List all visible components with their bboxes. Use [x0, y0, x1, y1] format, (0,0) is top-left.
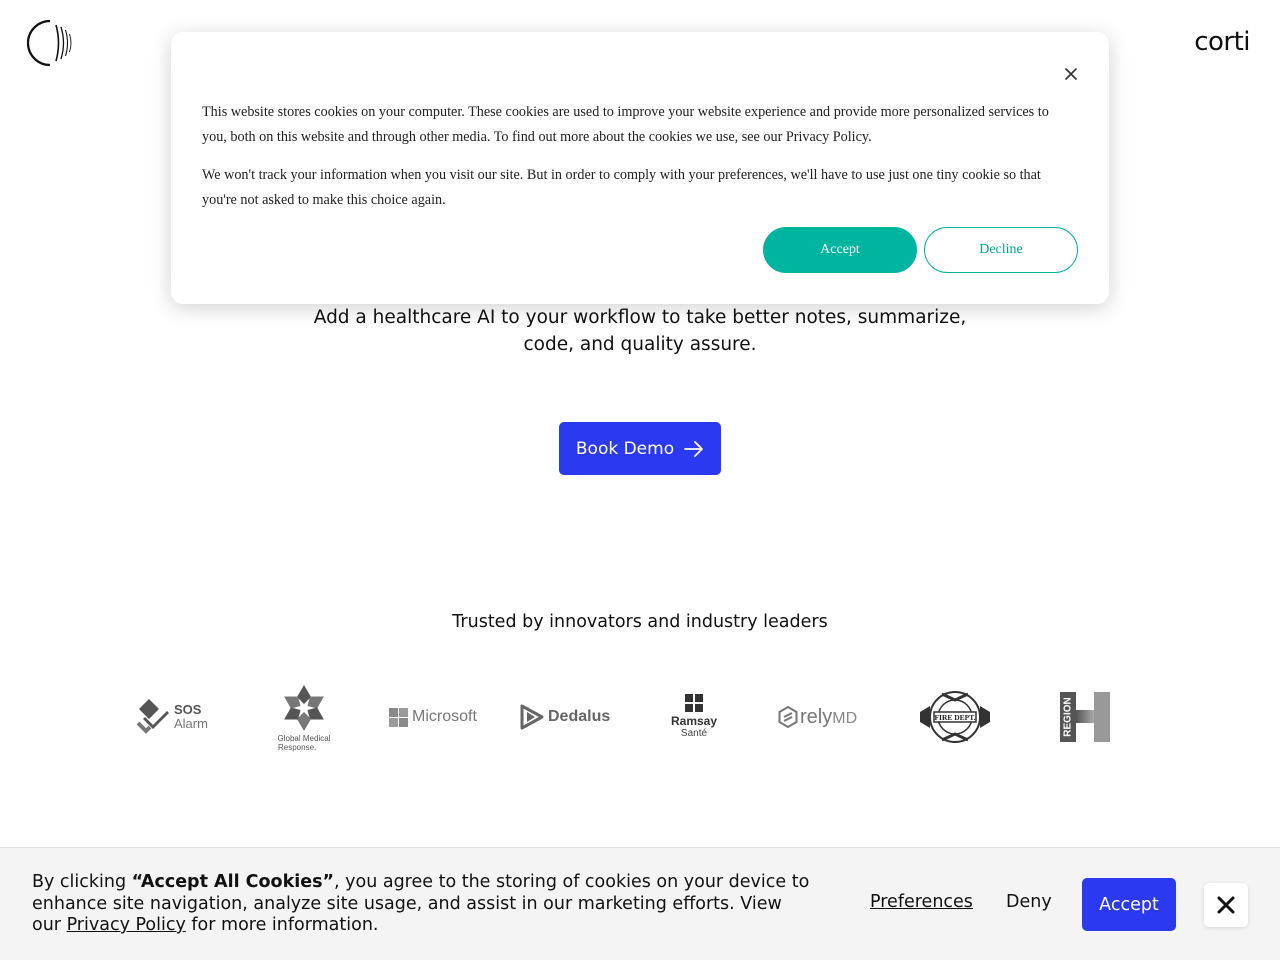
hero-subtitle: Add a healthcare AI to your workflow to … — [0, 304, 1280, 358]
logo-microsoft: Microsoft — [389, 706, 484, 728]
logo-dedalus: Dedalus — [520, 703, 612, 731]
fire-dept-text: FIRE DEPT. — [934, 713, 975, 722]
region-h-icon: REGION — [1060, 692, 1110, 742]
dedalus-text: Dedalus — [548, 708, 611, 725]
cookie-banner: By clicking “Accept All Cookies”, you ag… — [0, 847, 1280, 960]
gmr-line1: Global Medical — [277, 734, 331, 743]
cookie-modal-paragraph-1: This website stores cookies on your comp… — [202, 104, 1049, 145]
banner-close-button[interactable] — [1204, 883, 1248, 927]
sos-alarm-line2: Alarm — [174, 716, 208, 731]
book-demo-button[interactable]: Book Demo — [559, 422, 721, 475]
dedalus-play-icon — [520, 704, 544, 730]
sos-alarm-icon — [136, 699, 169, 734]
region-text: REGION — [1063, 697, 1074, 736]
modal-close-button[interactable] — [1061, 64, 1081, 84]
hero-subtitle-line1: Add a healthcare AI to your workflow to … — [313, 307, 967, 328]
modal-accept-button[interactable]: Accept — [763, 227, 917, 273]
preferences-link[interactable]: Preferences — [870, 892, 973, 912]
logo-global-medical-response: Global Medical Response. — [276, 684, 332, 760]
microsoft-text: Microsoft — [412, 708, 477, 725]
logo-relymd: rely MD — [778, 703, 873, 731]
relymd-text-b: MD — [832, 709, 858, 727]
gmr-star-icon — [284, 685, 324, 731]
book-demo-label: Book Demo — [575, 438, 675, 459]
close-icon — [1217, 896, 1235, 914]
ramsay-line2: Santé — [680, 728, 708, 739]
close-icon — [1065, 68, 1077, 80]
logo-sos-alarm: SOS Alarm — [136, 696, 216, 738]
relymd-hexagon-icon — [778, 706, 798, 728]
logo-ramsay-sante: Ramsay Santé — [664, 694, 724, 742]
cookie-banner-text-before: By clicking — [32, 872, 132, 892]
cookie-banner-text: By clicking “Accept All Cookies”, you ag… — [32, 872, 812, 937]
privacy-policy-link[interactable]: Privacy Policy — [67, 915, 186, 935]
cookie-modal-paragraph-2: We won't track your information when you… — [202, 167, 1041, 208]
logo-fire-dept: FIRE DEPT. — [918, 690, 992, 744]
modal-decline-button[interactable]: Decline — [924, 227, 1078, 273]
corti-wordmark[interactable]: corti — [1194, 27, 1250, 57]
fire-dept-badge-icon: FIRE DEPT. — [920, 691, 990, 743]
gmr-line2: Response. — [278, 743, 317, 752]
relymd-text-a: rely — [800, 705, 833, 728]
ramsay-squares-icon — [685, 694, 703, 712]
banner-accept-button[interactable]: Accept — [1082, 878, 1176, 931]
hero-subtitle-line2: code, and quality assure. — [523, 334, 757, 355]
deny-button[interactable]: Deny — [1006, 892, 1052, 912]
cookie-consent-modal: This website stores cookies on your comp… — [171, 32, 1109, 304]
ramsay-line1: Ramsay — [670, 714, 718, 728]
trusted-heading: Trusted by innovators and industry leade… — [452, 612, 828, 632]
cookie-banner-text-end: for more information. — [185, 915, 379, 935]
cookie-banner-text-bold: “Accept All Cookies” — [131, 872, 334, 892]
client-logos: SOS Alarm Global Medical Response. Micro… — [0, 676, 1280, 760]
logo-region-h: REGION — [1060, 692, 1110, 742]
microsoft-squares-icon — [389, 707, 408, 727]
corti-logo-icon[interactable] — [26, 19, 74, 67]
arrow-right-icon — [684, 440, 704, 457]
sos-alarm-line1: SOS — [174, 702, 202, 717]
